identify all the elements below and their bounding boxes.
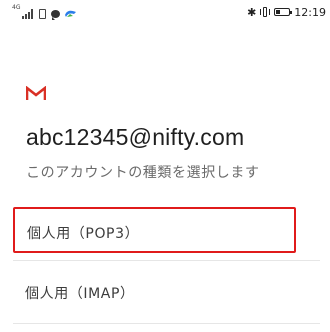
divider: [13, 260, 320, 261]
account-type-option-imap[interactable]: 個人用（IMAP）: [13, 269, 320, 315]
bluetooth-icon: ✱: [247, 5, 257, 19]
divider: [13, 323, 320, 324]
signal-icon: [22, 9, 34, 19]
option-label: 個人用（IMAP）: [25, 286, 135, 302]
status-bar: 4G ✱ 12:19: [0, 0, 330, 24]
status-bar-right: ✱ 12:19: [247, 4, 326, 20]
account-email: abc12345@nifty.com: [26, 124, 245, 150]
app-icon: [65, 10, 77, 17]
status-time: 12:19: [294, 5, 326, 19]
vibrate-icon: [260, 7, 271, 17]
network-type-label: 4G: [12, 4, 21, 11]
option-label: 個人用（POP3）: [27, 226, 140, 242]
chat-icon: [51, 10, 61, 20]
gmail-icon: [26, 86, 46, 100]
account-type-prompt: このアカウントの種類を選択します: [26, 165, 260, 181]
battery-icon: [274, 8, 293, 16]
account-type-option-pop3[interactable]: 個人用（POP3）: [13, 207, 296, 253]
sim-icon: [39, 9, 47, 19]
status-bar-left: 4G: [12, 4, 77, 20]
